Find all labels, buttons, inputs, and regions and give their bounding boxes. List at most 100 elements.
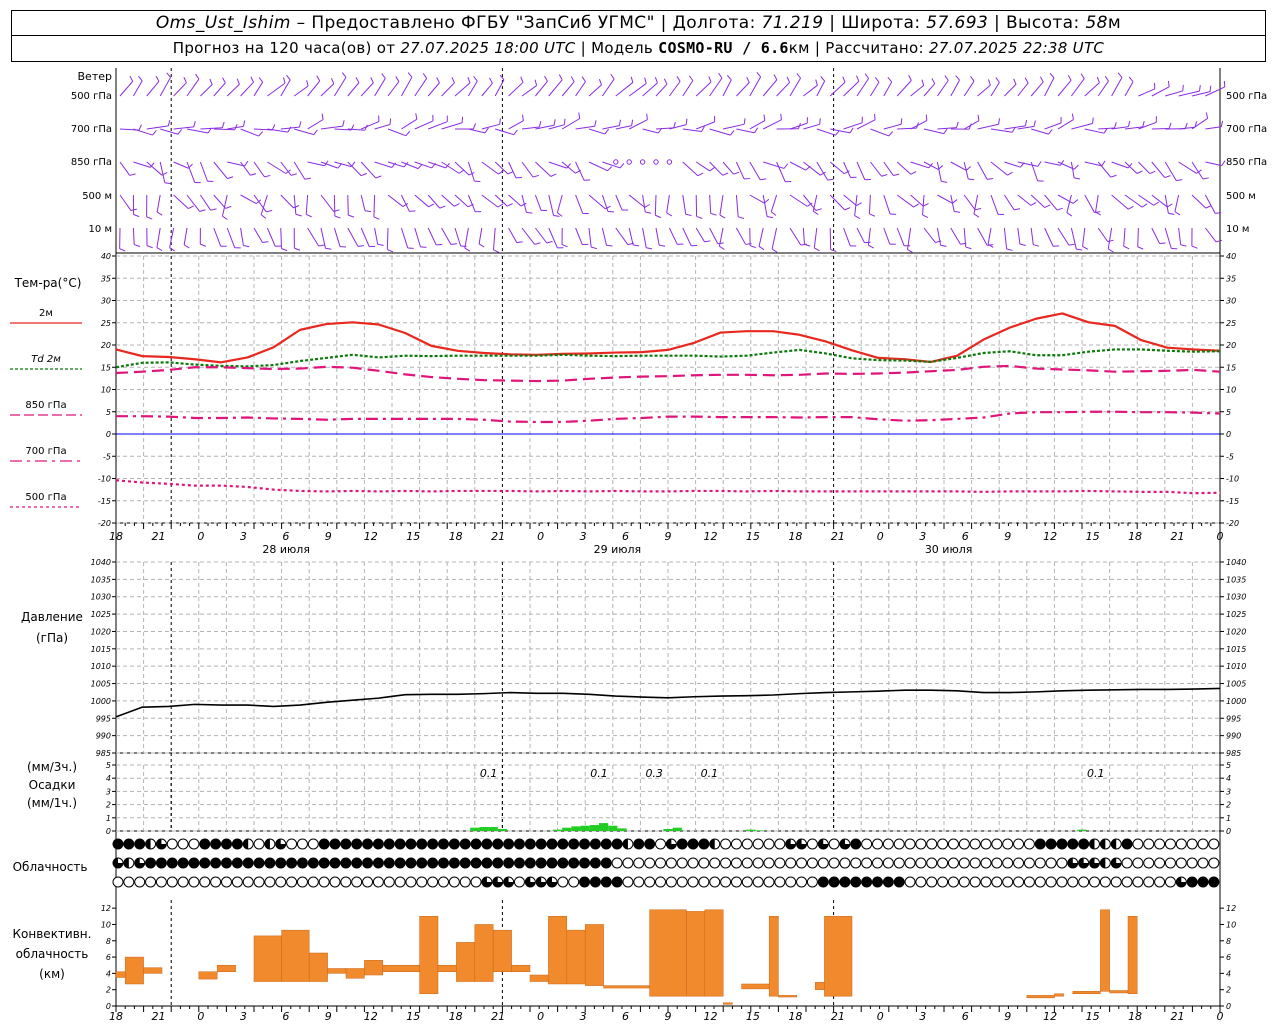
pressure-ytick-label: 1010 bbox=[91, 662, 111, 671]
wind-barb bbox=[548, 79, 563, 97]
wind-barb bbox=[682, 227, 692, 247]
temp-ytick-label: 5 bbox=[1226, 408, 1231, 417]
meteogram: Ветер 500 гПа 700 гПа 850 гПа 500 м 10 м… bbox=[10, 68, 1267, 1023]
cloud-symbol bbox=[730, 857, 742, 869]
wind-barb-feather bbox=[134, 244, 141, 247]
cloud-overcast-symbol bbox=[253, 857, 265, 869]
convective-bar bbox=[1072, 991, 1101, 995]
precip-bar bbox=[589, 825, 599, 831]
cloud-symbol bbox=[785, 876, 797, 888]
cloud-symbol bbox=[720, 876, 732, 888]
wind-level-label-right: 500 гПа bbox=[1226, 91, 1267, 102]
wind-barb bbox=[963, 227, 967, 248]
convective-bar bbox=[253, 935, 282, 982]
wind-barb bbox=[1151, 227, 1161, 244]
wind-barb bbox=[601, 227, 607, 246]
wind-barb bbox=[990, 194, 999, 215]
wind-barb-feather bbox=[1180, 244, 1187, 247]
wind-barb-feather bbox=[553, 119, 556, 126]
wind-barb-feather bbox=[663, 78, 668, 85]
legend-t500-label: 500 гПа bbox=[25, 492, 66, 503]
cloud-symbol bbox=[1045, 857, 1057, 869]
precip-ytick-label: 3 bbox=[1226, 787, 1231, 796]
wind-barb bbox=[427, 82, 440, 97]
wind-barb-feather bbox=[1096, 76, 1100, 83]
cloud-half-symbol bbox=[145, 839, 151, 849]
wind-barb bbox=[896, 227, 905, 246]
wind-barb-feather bbox=[1024, 77, 1029, 84]
wind-barb bbox=[601, 194, 609, 212]
cloud-symbol bbox=[1143, 876, 1155, 888]
cloud-symbol bbox=[937, 857, 949, 869]
cloud-symbol bbox=[904, 876, 916, 888]
wind-barb bbox=[1017, 227, 1021, 245]
convective-ytick-label: 12 bbox=[1226, 904, 1236, 913]
wind-barb bbox=[1084, 194, 1095, 213]
wind-barb bbox=[186, 194, 201, 212]
wind-barb-feather bbox=[760, 178, 767, 181]
wind-barb bbox=[749, 76, 762, 97]
cloud-symbol bbox=[253, 838, 265, 850]
wind-barb-feather bbox=[697, 172, 704, 177]
wind-barb-feather bbox=[164, 182, 171, 185]
cloud-overcast-symbol bbox=[275, 857, 287, 869]
cloud-overcast-symbol bbox=[394, 838, 406, 850]
wind-barb-feather bbox=[331, 78, 335, 84]
wind-barb-feather bbox=[522, 114, 524, 121]
cloud-overcast-symbol bbox=[557, 857, 569, 869]
wind-barb bbox=[535, 81, 548, 97]
convective-ytick-label: 6 bbox=[1226, 953, 1231, 962]
wind-barb-feather bbox=[381, 73, 386, 79]
wind-barb-feather bbox=[1068, 243, 1075, 246]
wind-barb-feather bbox=[1082, 246, 1089, 250]
wind-barb bbox=[870, 128, 889, 137]
wind-barb-feather bbox=[746, 76, 750, 83]
wind-barb-feather bbox=[1107, 239, 1114, 243]
wind-barb bbox=[173, 82, 187, 97]
wind-barb bbox=[387, 161, 405, 168]
cloud-overcast-symbol bbox=[372, 838, 384, 850]
wind-barb bbox=[709, 128, 731, 136]
cloud-symbol bbox=[904, 838, 916, 850]
precip-bar bbox=[562, 827, 572, 831]
wind-barb-feather bbox=[250, 76, 254, 83]
cloud-symbol bbox=[383, 876, 395, 888]
wind-barb bbox=[508, 161, 517, 179]
wind-barb-feather bbox=[1168, 122, 1172, 129]
wind-barb bbox=[883, 194, 891, 215]
cloud-symbol bbox=[1023, 876, 1035, 888]
wind-barb bbox=[762, 194, 768, 217]
convective-ytick-label: 0 bbox=[1226, 1002, 1231, 1011]
legend-td2m-label: Td 2м bbox=[31, 354, 61, 365]
cloud-overcast-symbol bbox=[600, 857, 612, 869]
wind-barb-feather bbox=[177, 129, 183, 135]
wind-barb bbox=[414, 194, 429, 208]
temp-xtick-label: 15 bbox=[1086, 530, 1100, 543]
wind-barb bbox=[320, 83, 335, 97]
cloud-overcast-symbol bbox=[231, 857, 243, 869]
wind-barb bbox=[923, 83, 936, 97]
wind-barb-feather bbox=[922, 214, 929, 218]
wind-barb bbox=[1174, 194, 1180, 212]
cloud-symbol bbox=[1002, 876, 1014, 888]
cloud-overcast-symbol bbox=[546, 857, 558, 869]
wind-barb-feather bbox=[156, 247, 163, 252]
cloud-symbol bbox=[915, 857, 927, 869]
wind-barb bbox=[119, 194, 132, 211]
precip-bar bbox=[599, 823, 609, 831]
wind-barb-feather bbox=[1136, 170, 1143, 174]
cloud-overcast-symbol bbox=[296, 857, 308, 869]
cloud-overcast-symbol bbox=[611, 838, 623, 850]
wind-barb-feather bbox=[1095, 211, 1102, 216]
cloud-overcast-symbol bbox=[351, 857, 363, 869]
temp-xtick-label: 0 bbox=[537, 530, 544, 543]
cloud-overcast-symbol bbox=[199, 838, 211, 850]
cloud-symbol bbox=[741, 838, 753, 850]
cloud-symbol bbox=[937, 876, 949, 888]
cloud-symbol bbox=[242, 876, 254, 888]
wind-barb-feather bbox=[1174, 211, 1181, 216]
cloud-symbol bbox=[958, 838, 970, 850]
wind-barb bbox=[307, 80, 321, 97]
temp-xtick-label: 6 bbox=[962, 530, 969, 543]
wind-barb-feather bbox=[304, 177, 311, 180]
